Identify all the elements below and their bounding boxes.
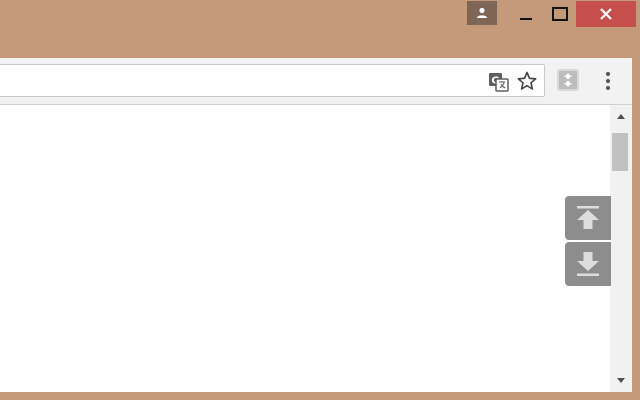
- scroll-to-top-button[interactable]: [565, 196, 611, 240]
- window-frame-right: [632, 58, 640, 400]
- close-icon: [600, 8, 612, 20]
- person-icon: [477, 7, 487, 18]
- maximize-button[interactable]: [542, 1, 578, 27]
- scroll-down-arrow[interactable]: [610, 370, 632, 392]
- bookmark-star-button[interactable]: [516, 70, 538, 92]
- vertical-scrollbar[interactable]: [610, 105, 632, 392]
- title-bar: [0, 0, 640, 58]
- star-icon: [517, 71, 537, 90]
- extension-button[interactable]: [557, 69, 579, 91]
- browser-toolbar: G: [0, 58, 636, 105]
- maximize-icon: [552, 7, 568, 21]
- minimize-icon: [520, 18, 532, 20]
- translate-icon: G: [489, 73, 509, 92]
- triangle-up-icon: [617, 114, 625, 119]
- triangle-down-icon: [617, 378, 625, 383]
- scrollbar-thumb[interactable]: [612, 133, 628, 171]
- arrow-down-to-bottom-icon: [577, 252, 599, 276]
- translate-button[interactable]: G: [488, 71, 510, 93]
- scroll-up-arrow[interactable]: [610, 105, 632, 127]
- profile-button[interactable]: [467, 1, 497, 25]
- menu-icon: [606, 72, 610, 90]
- arrow-up-to-top-icon: [577, 206, 599, 229]
- chrome-menu-button[interactable]: [600, 70, 616, 92]
- address-bar[interactable]: G: [0, 64, 545, 97]
- extension-icon: [559, 71, 577, 89]
- minimize-button[interactable]: [508, 1, 544, 27]
- scroll-to-bottom-button[interactable]: [565, 242, 611, 286]
- close-button[interactable]: [576, 1, 636, 27]
- page-content: [0, 105, 610, 392]
- window-frame-bottom: [0, 392, 640, 400]
